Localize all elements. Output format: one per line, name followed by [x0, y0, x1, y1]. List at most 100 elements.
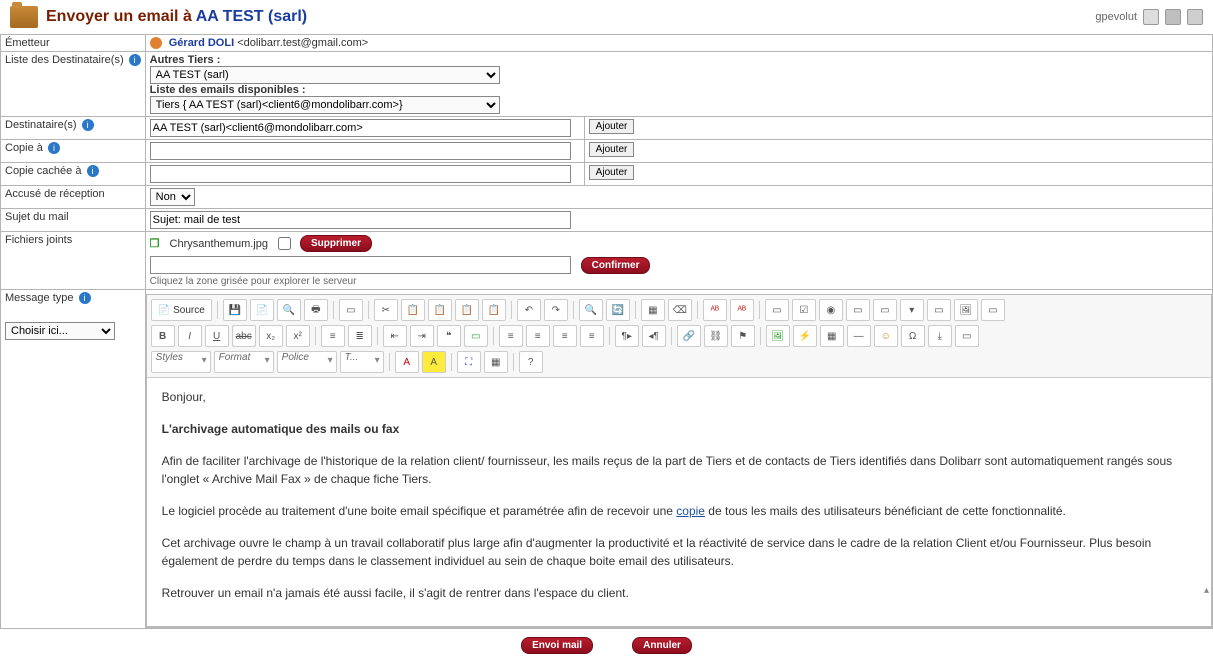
- replace-icon[interactable]: 🔄: [606, 299, 630, 321]
- source-button[interactable]: 📄 Source: [151, 299, 212, 321]
- emails-select[interactable]: Tiers { AA TEST (sarl)<client6@mondoliba…: [150, 96, 500, 114]
- receipt-select[interactable]: Non: [150, 188, 195, 206]
- indent-icon[interactable]: ⇥: [410, 325, 434, 347]
- find-icon[interactable]: 🔍: [579, 299, 603, 321]
- pagebreak-icon[interactable]: ⤓: [928, 325, 952, 347]
- numberlist-icon[interactable]: ≡: [321, 325, 345, 347]
- italic-icon[interactable]: I: [178, 325, 202, 347]
- form-icon[interactable]: ▭: [765, 299, 789, 321]
- underline-icon[interactable]: U: [205, 325, 229, 347]
- paste-text-icon[interactable]: 📋: [455, 299, 479, 321]
- align-left-icon[interactable]: ≡: [499, 325, 523, 347]
- print-icon[interactable]: 🖶: [304, 299, 328, 321]
- spellcheck-icon[interactable]: ᴬᴮ: [703, 299, 727, 321]
- showblocks-icon[interactable]: ▦: [484, 351, 508, 373]
- print-icon[interactable]: [1187, 9, 1203, 25]
- specialchar-icon[interactable]: Ω: [901, 325, 925, 347]
- redo-icon[interactable]: ↷: [544, 299, 568, 321]
- template-select[interactable]: Choisir ici...: [5, 322, 115, 340]
- label-recipients-list: Liste des Destinataire(s) i: [1, 52, 146, 117]
- send-mail-button[interactable]: Envoi mail: [521, 637, 593, 654]
- bcc-input[interactable]: [150, 165, 571, 183]
- home-icon[interactable]: [1143, 9, 1159, 25]
- anchor-icon[interactable]: ⚑: [731, 325, 755, 347]
- hiddenfield-icon[interactable]: ▭: [981, 299, 1005, 321]
- add-bcc-button[interactable]: Ajouter: [589, 165, 635, 180]
- subject-input[interactable]: [150, 211, 571, 229]
- undo-icon[interactable]: ↶: [517, 299, 541, 321]
- paste-word-icon[interactable]: 📋: [482, 299, 506, 321]
- textfield-icon[interactable]: ▭: [846, 299, 870, 321]
- newpage-icon[interactable]: 📄: [250, 299, 274, 321]
- info-icon[interactable]: i: [87, 165, 99, 177]
- paste-icon[interactable]: 📋: [428, 299, 452, 321]
- subscript-icon[interactable]: x₂: [259, 325, 283, 347]
- div-icon[interactable]: ▭: [464, 325, 488, 347]
- attachment-checkbox[interactable]: [278, 237, 291, 250]
- button-icon[interactable]: ▭: [927, 299, 951, 321]
- add-recipient-button[interactable]: Ajouter: [589, 119, 635, 134]
- rtl-icon[interactable]: ◂¶: [642, 325, 666, 347]
- delete-attachment-button[interactable]: Supprimer: [300, 235, 372, 252]
- imagebutton-icon[interactable]: 🖼: [954, 299, 978, 321]
- superscript-icon[interactable]: x²: [286, 325, 310, 347]
- add-copy-button[interactable]: Ajouter: [589, 142, 635, 157]
- bold-icon[interactable]: B: [151, 325, 175, 347]
- select-icon[interactable]: ▾: [900, 299, 924, 321]
- label-message-type: Message type i Choisir ici...: [1, 290, 146, 628]
- info-icon[interactable]: i: [79, 292, 91, 304]
- smiley-icon[interactable]: ☺: [874, 325, 898, 347]
- unlink-icon[interactable]: ⛓: [704, 325, 728, 347]
- about-icon[interactable]: ?: [519, 351, 543, 373]
- text-color-icon[interactable]: A: [395, 351, 419, 373]
- selectall-icon[interactable]: ▦: [641, 299, 665, 321]
- attachment-name: Chrysanthemum.jpg: [170, 238, 268, 250]
- align-center-icon[interactable]: ≡: [526, 325, 550, 347]
- textarea-icon[interactable]: ▭: [873, 299, 897, 321]
- body-link-copie[interactable]: copie: [676, 504, 705, 518]
- bulletlist-icon[interactable]: ≣: [348, 325, 372, 347]
- align-right-icon[interactable]: ≡: [553, 325, 577, 347]
- info-icon[interactable]: i: [48, 142, 60, 154]
- preview-icon[interactable]: 🔍: [277, 299, 301, 321]
- align-justify-icon[interactable]: ≡: [580, 325, 604, 347]
- file-browse-input[interactable]: [150, 256, 571, 274]
- table-icon[interactable]: ▦: [820, 325, 844, 347]
- checkbox-icon[interactable]: ☑: [792, 299, 816, 321]
- info-icon[interactable]: i: [82, 119, 94, 131]
- radio-icon[interactable]: ◉: [819, 299, 843, 321]
- size-select[interactable]: T...: [340, 351, 384, 373]
- hr-icon[interactable]: ―: [847, 325, 871, 347]
- link-icon[interactable]: 🔗: [677, 325, 701, 347]
- copy-icon[interactable]: 📋: [401, 299, 425, 321]
- font-select[interactable]: Police: [277, 351, 337, 373]
- body-greeting: Bonjour,: [162, 388, 1196, 406]
- recipients-input[interactable]: [150, 119, 571, 137]
- editor-body[interactable]: Bonjour, L'archivage automatique des mai…: [147, 378, 1211, 626]
- cut-icon[interactable]: ✂: [374, 299, 398, 321]
- ltr-icon[interactable]: ¶▸: [615, 325, 639, 347]
- template-icon[interactable]: ▭: [339, 299, 363, 321]
- cancel-button[interactable]: Annuler: [632, 637, 692, 654]
- outdent-icon[interactable]: ⇤: [383, 325, 407, 347]
- scayt-icon[interactable]: ᴬᴮ: [730, 299, 754, 321]
- info-icon[interactable]: i: [129, 54, 141, 66]
- label-receipt: Accusé de réception: [1, 186, 146, 209]
- copy-to-input[interactable]: [150, 142, 571, 160]
- blockquote-icon[interactable]: ❝: [437, 325, 461, 347]
- label-emitter: Émetteur: [1, 35, 146, 52]
- image-icon[interactable]: 🖼: [766, 325, 790, 347]
- strike-icon[interactable]: abc: [232, 325, 256, 347]
- bg-color-icon[interactable]: A: [422, 351, 446, 373]
- format-select[interactable]: Format: [214, 351, 274, 373]
- removeformat-icon[interactable]: ⌫: [668, 299, 692, 321]
- tiers-select[interactable]: AA TEST (sarl): [150, 66, 500, 84]
- iframe-icon[interactable]: ▭: [955, 325, 979, 347]
- lock-icon[interactable]: [1165, 9, 1181, 25]
- save-icon[interactable]: 💾: [223, 299, 247, 321]
- scroll-up-icon[interactable]: ▴: [1204, 585, 1209, 596]
- confirm-attachment-button[interactable]: Confirmer: [581, 257, 651, 274]
- styles-select[interactable]: Styles: [151, 351, 211, 373]
- maximize-icon[interactable]: ⛶: [457, 351, 481, 373]
- flash-icon[interactable]: ⚡: [793, 325, 817, 347]
